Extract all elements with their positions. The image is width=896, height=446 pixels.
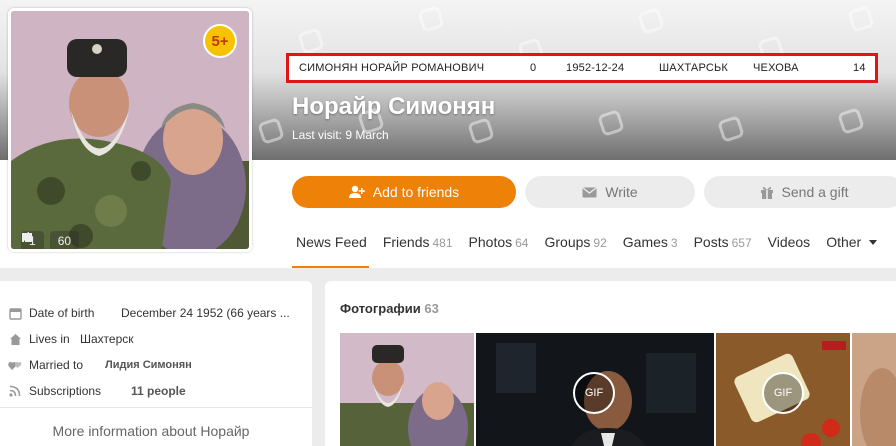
tab-label: News Feed — [296, 234, 367, 250]
gift-icon — [760, 186, 773, 199]
tab-count: 657 — [731, 236, 752, 250]
tab-photos[interactable]: Photos 64 — [469, 234, 529, 250]
tab-count: 92 — [593, 236, 607, 250]
record-street: ЧЕХОВА — [753, 62, 799, 74]
info-row-married: Married to Лидия Симонян — [8, 356, 192, 374]
age-rating-badge: 5+ — [203, 24, 237, 58]
add-to-friends-label: Add to friends — [372, 184, 460, 200]
lives-value[interactable]: Шахтерск — [80, 332, 134, 346]
like-icon — [22, 232, 33, 242]
send-gift-button[interactable]: Send a gift — [704, 176, 896, 208]
photos-title-label: Фотографии — [340, 301, 421, 316]
chevron-down-icon — [869, 240, 878, 245]
hearts-icon — [8, 358, 22, 372]
photo-thumb-gif[interactable]: GIF — [476, 333, 714, 446]
tab-label: Posts — [693, 234, 729, 250]
gif-badge: GIF — [762, 372, 804, 414]
active-tab-indicator — [292, 266, 369, 268]
add-friend-icon — [348, 185, 365, 198]
profile-nav: News Feed Friends 481 Photos 64 Groups 9… — [296, 234, 893, 250]
add-to-friends-button[interactable]: Add to friends — [292, 176, 516, 208]
tab-label: Friends — [382, 234, 430, 250]
photo-thumb-gif[interactable]: GIF — [716, 333, 850, 446]
tab-count: 64 — [515, 236, 529, 250]
dob-label: Date of birth — [29, 306, 95, 320]
record-full-name: СИМОНЯН НОРАЙР РОМАНОВИЧ — [299, 62, 485, 74]
home-icon — [8, 332, 22, 346]
send-gift-label: Send a gift — [781, 184, 849, 200]
profile-name: Норайр Симонян — [292, 93, 496, 120]
write-label: Write — [605, 184, 638, 200]
photo-thumb[interactable] — [340, 333, 474, 446]
dob-value: December 24 1952 (66 years ... — [121, 306, 290, 320]
info-row-dob: Date of birth December 24 1952 (66 years… — [8, 304, 290, 322]
photo-image — [852, 333, 896, 446]
married-value[interactable]: Лидия Симонян — [105, 359, 192, 371]
more-info-link[interactable]: More information about Норайр — [0, 423, 302, 439]
tab-count: 3 — [670, 236, 678, 250]
tab-posts[interactable]: Posts 657 — [694, 234, 752, 250]
info-row-subscriptions: Subscriptions 11 people — [8, 382, 186, 400]
record-zero: 0 — [530, 62, 537, 74]
tab-count: 481 — [432, 236, 453, 250]
photos-card: Фотографии 63 GIF GIF — [325, 281, 896, 446]
tab-label: Photos — [468, 234, 513, 250]
photo-image — [340, 333, 474, 446]
calendar-icon — [8, 306, 22, 320]
tab-friends[interactable]: Friends 481 — [383, 234, 453, 250]
lives-label: Lives in — [29, 332, 70, 346]
record-info-bar: СИМОНЯН НОРАЙР РОМАНОВИЧ 0 1952-12-24 ША… — [286, 53, 878, 83]
write-message-button[interactable]: Write — [525, 176, 695, 208]
info-row-lives: Lives in Шахтерск — [8, 330, 134, 348]
envelope-icon — [582, 186, 597, 197]
rss-icon — [8, 384, 22, 398]
tab-news-feed[interactable]: News Feed — [296, 234, 367, 250]
avatar-likes[interactable]: 60 — [22, 231, 80, 249]
about-card: Date of birth December 24 1952 (66 years… — [0, 281, 312, 446]
photos-title[interactable]: Фотографии 63 — [340, 301, 439, 316]
gif-badge: GIF — [573, 372, 615, 414]
record-city: ШАХТАРСЬК — [659, 62, 729, 74]
avatar-stats: 1 60 — [21, 231, 80, 249]
subscriptions-value[interactable]: 11 people — [131, 384, 186, 398]
tab-other[interactable]: Other — [826, 234, 878, 250]
divider — [0, 407, 312, 408]
likes-count: 60 — [57, 234, 72, 248]
photos-count: 63 — [424, 301, 439, 316]
subscriptions-label: Subscriptions — [29, 384, 102, 398]
record-date: 1952-12-24 — [566, 62, 625, 74]
tab-groups[interactable]: Groups 92 — [544, 234, 606, 250]
tab-label: Other — [826, 234, 862, 250]
tab-label: Games — [622, 234, 668, 250]
record-number: 14 — [853, 62, 866, 74]
tab-games[interactable]: Games 3 — [623, 234, 678, 250]
tab-label: Videos — [767, 234, 811, 250]
married-label: Married to — [29, 358, 84, 372]
photo-thumb[interactable] — [852, 333, 896, 446]
last-visit: Last visit: 9 March — [292, 128, 389, 142]
tab-label: Groups — [544, 234, 591, 250]
tab-videos[interactable]: Videos — [768, 234, 811, 250]
